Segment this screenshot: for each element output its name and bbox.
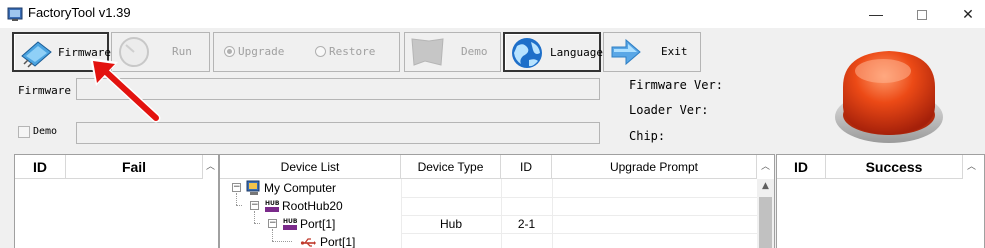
upgrade-prompt-header[interactable]: Upgrade Prompt: [552, 155, 757, 179]
loader-ver-label: Loader Ver:: [629, 103, 709, 117]
big-red-button[interactable]: [829, 37, 949, 149]
device-name: RootHub20: [282, 199, 343, 213]
firmware-chip-icon: [21, 41, 52, 68]
success-scroll-up-icon[interactable]: ︿: [963, 155, 980, 179]
demo-path-field[interactable]: [76, 122, 600, 144]
svg-text:HUB: HUB: [283, 218, 298, 225]
restore-radio-label: Restore: [329, 45, 376, 58]
radio-unchecked-icon: [315, 46, 326, 57]
id-header[interactable]: ID: [501, 155, 552, 179]
exit-button-label: Exit: [661, 45, 688, 58]
run-icon: [119, 37, 149, 67]
firmware-ver-label: Firmware Ver:: [629, 78, 723, 92]
firmware-button[interactable]: Firmware: [12, 32, 111, 72]
fail-scroll-up-icon[interactable]: ︿: [202, 155, 218, 179]
scrollbar-thumb[interactable]: [759, 197, 772, 248]
demo-button[interactable]: Demo: [404, 32, 501, 72]
demo-checkbox[interactable]: [18, 126, 30, 138]
device-type-cell: Hub: [439, 217, 462, 231]
hub-icon: HUB: [265, 200, 280, 212]
device-header-scroll-icon[interactable]: ︿: [757, 155, 774, 179]
success-id-header[interactable]: ID: [777, 155, 826, 179]
device-type-header[interactable]: Device Type: [401, 155, 501, 179]
svg-text:HUB: HUB: [265, 200, 280, 207]
demo-checkbox-label: Demo: [33, 126, 58, 137]
device-name: Port[1]: [320, 235, 356, 248]
firmware-path-field[interactable]: [76, 78, 600, 100]
title-bar: FactoryTool v1.39 — ✕: [0, 0, 985, 28]
globe-icon: [512, 38, 542, 68]
upgrade-radio[interactable]: Upgrade: [224, 45, 284, 58]
tree-row-port-1-hub[interactable]: − HUB Port[1] Hub 2-1: [220, 215, 757, 233]
maximize-icon: [917, 10, 927, 21]
collapse-icon[interactable]: −: [250, 201, 259, 210]
fail-header[interactable]: Fail: [66, 155, 203, 179]
language-button-label: Language: [550, 46, 603, 59]
success-panel: ID Success ︿: [776, 154, 985, 248]
close-button[interactable]: ✕: [945, 0, 985, 28]
computer-icon: [246, 180, 260, 195]
fail-panel: ID Fail ︿: [14, 154, 219, 248]
mode-radio-group: Upgrade Restore: [213, 32, 400, 72]
scroll-up-icon[interactable]: ▲: [757, 181, 774, 191]
run-button[interactable]: Run: [111, 32, 210, 72]
maximize-button[interactable]: [899, 0, 945, 28]
device-list-scrollbar[interactable]: ▲: [757, 179, 774, 248]
device-list-header[interactable]: Device List: [220, 155, 401, 179]
device-name: My Computer: [264, 181, 337, 195]
collapse-icon[interactable]: −: [232, 183, 241, 192]
usb-icon: [300, 238, 316, 247]
device-name: Port[1]: [300, 217, 336, 231]
exit-arrow-icon: [611, 38, 641, 66]
window-title: FactoryTool v1.39: [28, 5, 131, 20]
firmware-field-label: Firmware: [18, 84, 71, 97]
collapse-icon[interactable]: −: [268, 219, 277, 228]
device-id-cell: 2-1: [517, 217, 536, 231]
success-header[interactable]: Success: [826, 155, 963, 179]
upgrade-radio-label: Upgrade: [238, 45, 285, 58]
tree-row-my-computer[interactable]: − My Computer: [220, 179, 757, 197]
exit-button[interactable]: Exit: [603, 32, 701, 72]
app-icon: [7, 7, 23, 21]
hub-icon: HUB: [283, 218, 298, 230]
tree-row-port-1-usb[interactable]: Port[1]: [220, 233, 757, 248]
device-list-panel: Device List Device Type ID Upgrade Promp…: [219, 154, 775, 248]
minimize-button[interactable]: —: [853, 0, 899, 28]
restore-radio[interactable]: Restore: [315, 45, 375, 58]
firmware-button-label: Firmware: [58, 46, 111, 59]
demo-icon: [411, 38, 444, 66]
run-button-label: Run: [172, 45, 192, 58]
demo-button-label: Demo: [461, 45, 488, 58]
fail-id-header[interactable]: ID: [15, 155, 66, 179]
tree-row-roothub20[interactable]: − HUB RootHub20: [220, 197, 757, 215]
language-button[interactable]: Language: [503, 32, 603, 72]
radio-checked-icon: [224, 46, 235, 57]
chip-label: Chip:: [629, 129, 666, 143]
